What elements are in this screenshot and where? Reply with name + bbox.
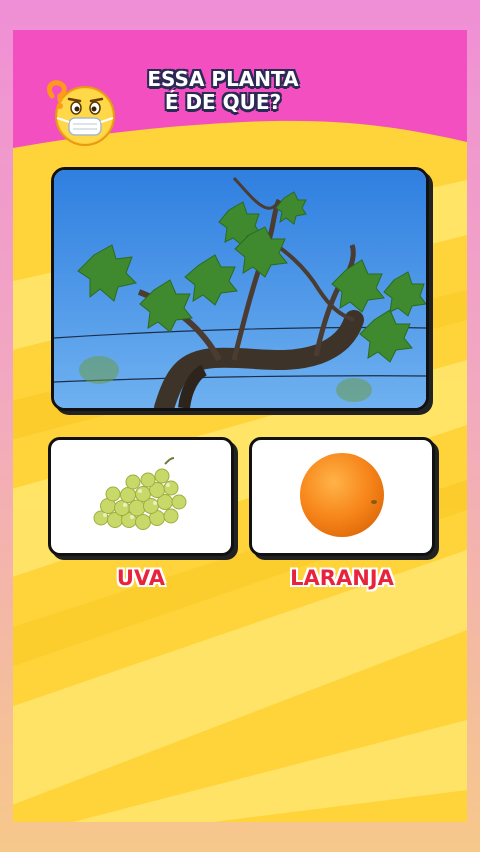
question-title: ESSA PLANTA É DE QUE? <box>123 68 323 114</box>
option-card-uva[interactable] <box>48 437 234 556</box>
question-line-1: ESSA PLANTA <box>147 67 299 91</box>
option-card-laranja[interactable] <box>249 437 435 556</box>
plant-photo <box>51 167 429 411</box>
question-line-2: É DE QUE? <box>164 90 282 114</box>
grapevine-image <box>54 170 426 408</box>
orange-icon <box>300 453 384 537</box>
header: ESSA PLANTA É DE QUE? <box>13 30 467 180</box>
option-label-uva[interactable]: UVA <box>48 566 234 590</box>
option-label-laranja[interactable]: LARANJA <box>249 566 435 590</box>
grapes-icon <box>93 457 187 530</box>
masked-emoji-icon <box>47 80 115 146</box>
quiz-card: ESSA PLANTA É DE QUE? UVA LARANJA <box>13 30 467 822</box>
